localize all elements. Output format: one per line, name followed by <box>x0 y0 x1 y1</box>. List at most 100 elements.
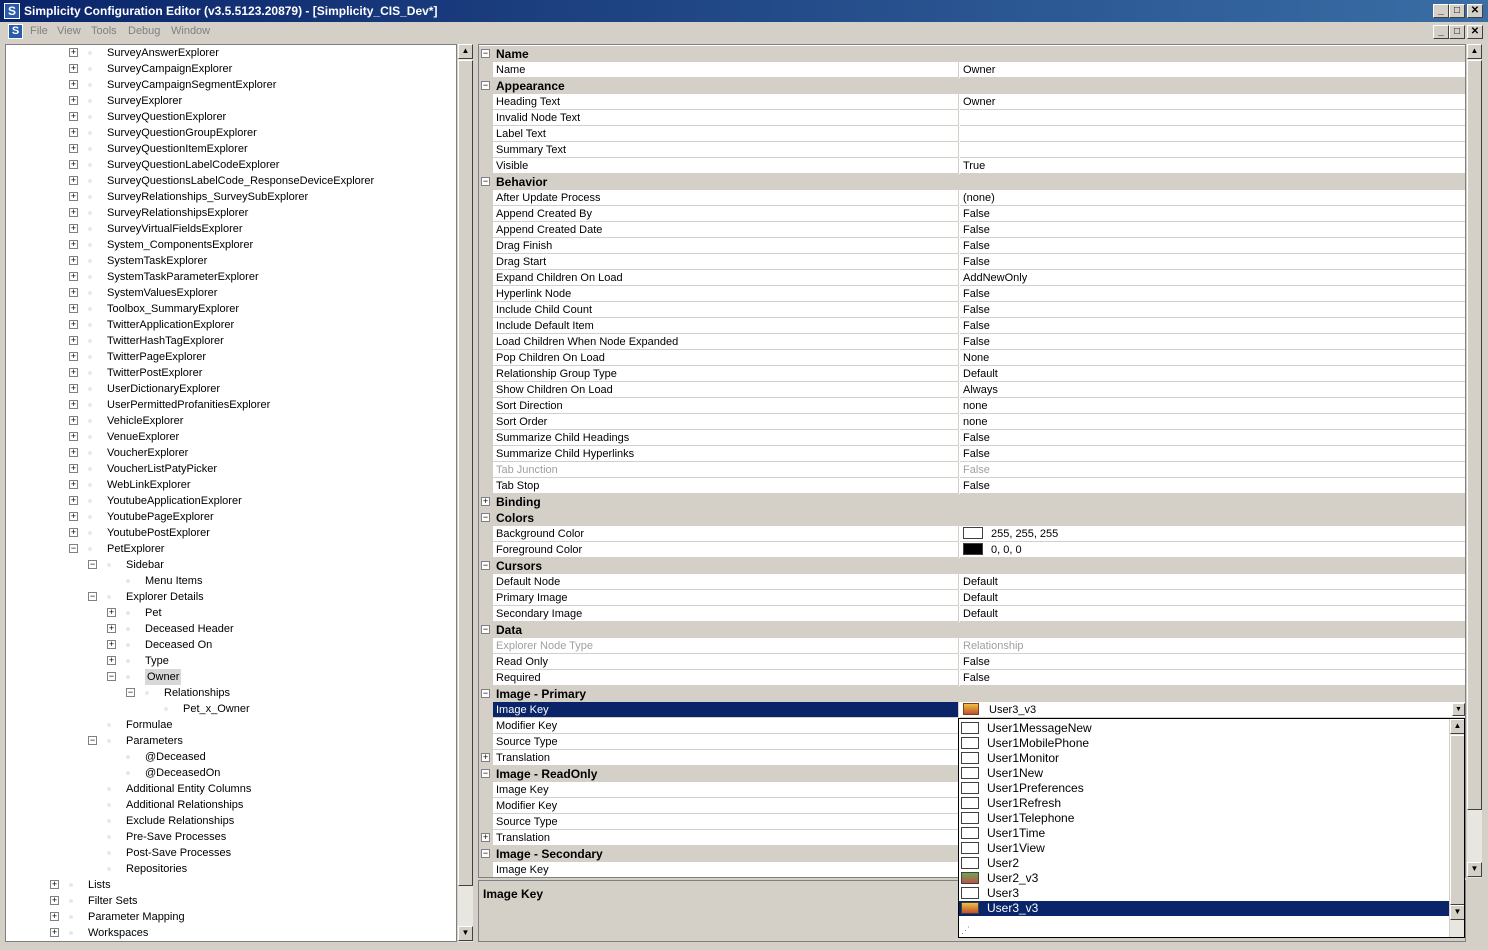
property-value[interactable]: False <box>960 478 1465 494</box>
expand-icon[interactable]: + <box>69 256 78 265</box>
property-name[interactable]: Explorer Node Type <box>493 638 959 654</box>
collapse-icon[interactable]: − <box>481 769 490 778</box>
property-value[interactable]: False <box>960 302 1465 318</box>
property-name[interactable]: Heading Text <box>493 94 959 110</box>
category-row[interactable]: − Data <box>479 622 1465 638</box>
property-value[interactable] <box>960 142 1465 158</box>
dropdown-item[interactable]: User1Refresh <box>959 796 1449 811</box>
property-name[interactable]: Append Created Date <box>493 222 959 238</box>
collapse-icon[interactable]: − <box>481 81 490 90</box>
dropdown-item[interactable]: User3_v3 <box>959 901 1449 916</box>
property-name[interactable]: After Update Process <box>493 190 959 206</box>
collapse-icon[interactable]: − <box>481 561 490 570</box>
property-value[interactable]: False <box>960 206 1465 222</box>
expand-icon[interactable]: + <box>69 128 78 137</box>
property-value[interactable]: Owner <box>960 94 1465 110</box>
property-value[interactable]: (none) <box>960 190 1465 206</box>
property-row[interactable]: Summarize Child Headings False <box>479 430 1465 446</box>
property-name[interactable]: Default Node <box>493 574 959 590</box>
mdi-close-button[interactable]: ✕ <box>1467 25 1483 39</box>
property-value[interactable]: False <box>960 462 1465 478</box>
property-name[interactable]: Drag Finish <box>493 238 959 254</box>
property-name[interactable]: Sort Direction <box>493 398 959 414</box>
property-row[interactable]: Load Children When Node Expanded False <box>479 334 1465 350</box>
property-row[interactable]: Read Only False <box>479 654 1465 670</box>
property-name[interactable]: + Translation <box>481 830 959 846</box>
expand-icon[interactable]: + <box>69 432 78 441</box>
collapse-icon[interactable]: − <box>88 736 97 745</box>
category-row[interactable]: − Image - Primary <box>479 686 1465 702</box>
dropdown-item[interactable]: User1Telephone <box>959 811 1449 826</box>
app-icon[interactable]: S <box>4 3 20 19</box>
collapse-icon[interactable]: − <box>88 592 97 601</box>
expand-icon[interactable]: + <box>107 608 116 617</box>
expand-icon[interactable]: + <box>69 176 78 185</box>
property-value[interactable]: True <box>960 158 1465 174</box>
property-value[interactable]: Default <box>960 366 1465 382</box>
property-row[interactable]: Hyperlink Node False <box>479 286 1465 302</box>
category-row[interactable]: − Cursors <box>479 558 1465 574</box>
property-row[interactable]: Background Color 255, 255, 255 <box>479 526 1465 542</box>
property-name[interactable]: Primary Image <box>493 590 959 606</box>
expand-icon[interactable]: + <box>50 928 59 937</box>
expand-icon[interactable]: + <box>107 640 116 649</box>
property-row[interactable]: Sort Direction none <box>479 398 1465 414</box>
property-name[interactable]: Name <box>493 62 959 78</box>
property-value[interactable]: False <box>960 286 1465 302</box>
property-name[interactable]: Invalid Node Text <box>493 110 959 126</box>
property-name[interactable]: Relationship Group Type <box>493 366 959 382</box>
property-row[interactable]: Summarize Child Hyperlinks False <box>479 446 1465 462</box>
property-name[interactable]: Required <box>493 670 959 686</box>
expand-icon[interactable]: + <box>69 192 78 201</box>
property-value[interactable]: False <box>960 654 1465 670</box>
property-value[interactable]: False <box>960 318 1465 334</box>
expand-icon[interactable]: + <box>69 112 78 121</box>
property-value[interactable]: False <box>960 254 1465 270</box>
property-name[interactable]: Source Type <box>493 734 959 750</box>
property-value[interactable]: Owner <box>960 62 1465 78</box>
property-name[interactable]: Summarize Child Hyperlinks <box>493 446 959 462</box>
expand-icon[interactable]: + <box>69 48 78 57</box>
property-row[interactable]: Name Owner <box>479 62 1465 78</box>
expand-icon[interactable]: + <box>69 496 78 505</box>
property-name[interactable]: Include Child Count <box>493 302 959 318</box>
mdi-restore-button[interactable]: □ <box>1449 25 1465 39</box>
category-row[interactable]: − Behavior <box>479 174 1465 190</box>
menu-tools[interactable]: Tools <box>91 25 117 37</box>
collapse-icon[interactable]: − <box>481 49 490 58</box>
grid-scroll-down-button[interactable]: ▼ <box>1467 862 1482 877</box>
dropdown-item[interactable]: User1Time <box>959 826 1449 841</box>
property-name[interactable]: Pop Children On Load <box>493 350 959 366</box>
menu-file[interactable]: File <box>30 25 48 37</box>
property-row[interactable]: Heading Text Owner <box>479 94 1465 110</box>
property-row[interactable]: Include Default Item False <box>479 318 1465 334</box>
dropdown-item[interactable]: User1New <box>959 766 1449 781</box>
property-row[interactable]: Image Key User3_v3 ▼ <box>479 702 1465 718</box>
property-value[interactable]: 0, 0, 0 <box>960 542 1465 558</box>
property-name[interactable]: Modifier Key <box>493 718 959 734</box>
property-name[interactable]: + Translation <box>481 750 959 766</box>
property-row[interactable]: Explorer Node Type Relationship <box>479 638 1465 654</box>
property-value[interactable]: Default <box>960 590 1465 606</box>
property-row[interactable]: Tab Stop False <box>479 478 1465 494</box>
expand-icon[interactable]: + <box>69 144 78 153</box>
expand-icon[interactable]: + <box>107 656 116 665</box>
category-row[interactable]: − Appearance <box>479 78 1465 94</box>
expand-icon[interactable]: + <box>69 208 78 217</box>
property-value[interactable]: None <box>960 350 1465 366</box>
property-value[interactable]: False <box>960 238 1465 254</box>
property-name[interactable]: Modifier Key <box>493 798 959 814</box>
expand-icon[interactable]: + <box>69 448 78 457</box>
mdi-document-icon[interactable]: S <box>8 24 23 39</box>
property-row[interactable]: Required False <box>479 670 1465 686</box>
tree-scroll-thumb[interactable] <box>458 60 473 886</box>
property-row[interactable]: Append Created Date False <box>479 222 1465 238</box>
expand-icon[interactable]: + <box>69 304 78 313</box>
dropdown-item[interactable]: User1MessageNew <box>959 721 1449 736</box>
close-button[interactable]: ✕ <box>1467 4 1483 18</box>
expand-icon[interactable]: + <box>50 880 59 889</box>
property-name[interactable]: Summarize Child Headings <box>493 430 959 446</box>
property-row[interactable]: Drag Start False <box>479 254 1465 270</box>
property-name[interactable]: Visible <box>493 158 959 174</box>
expand-icon[interactable]: + <box>69 512 78 521</box>
